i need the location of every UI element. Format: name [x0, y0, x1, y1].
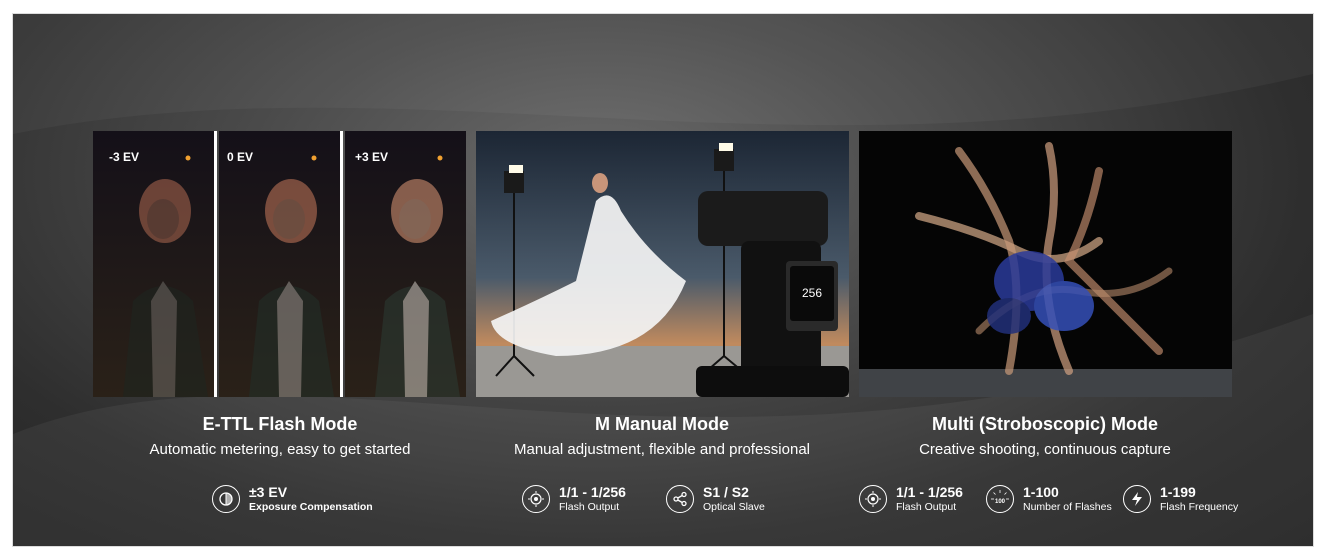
ev-label-minus: -3 EV: [109, 150, 140, 164]
spec-value: 1/1 - 1/256: [896, 484, 963, 500]
flash-output-icon: [859, 485, 887, 514]
ev-label-plus: +3 EV: [355, 150, 389, 164]
ettl-mode-title: E-TTL Flash Mode: [202, 414, 358, 434]
spec-label: Flash Output: [559, 501, 620, 514]
flash-count-icon-text: 100: [995, 499, 1006, 505]
spec-number-of-flashes: 100 1-100 Number of Flashes: [986, 484, 1112, 514]
stroboscopic-dancer-scene: [859, 131, 1232, 397]
spec-label: Exposure Compensation: [249, 501, 373, 514]
flash-count-icon: 100: [986, 485, 1014, 514]
manual-mode-subtitle: Manual adjustment, flexible and professi…: [513, 441, 810, 458]
ettl-photo-panel: -3 EV 0 EV +3 EV: [93, 131, 466, 397]
multi-photo-panel: [859, 131, 1232, 397]
spec-value: 1/1 - 1/256: [559, 484, 626, 500]
share-icon: [666, 485, 694, 514]
spec-value: 1-199: [1160, 484, 1196, 500]
manual-photo-panel: 256: [476, 131, 849, 397]
spec-optical-slave: S1 / S2 Optical Slave: [666, 484, 765, 514]
ettl-portrait-triptych: [93, 131, 466, 397]
spec-flash-output: 1/1 - 1/256 Flash Output: [522, 484, 626, 514]
manual-mode-title: M Manual Mode: [595, 414, 729, 434]
spec-exposure-compensation: ±3 EV Exposure Compensation: [212, 484, 373, 514]
spec-flash-frequency: 1-199 Flash Frequency: [1123, 484, 1239, 514]
ettl-mode-subtitle: Automatic metering, easy to get started: [149, 441, 411, 458]
multi-mode-subtitle: Creative shooting, continuous capture: [919, 441, 1171, 458]
spec-label: Number of Flashes: [1023, 501, 1112, 514]
multi-mode-title: Multi (Stroboscopic) Mode: [932, 414, 1158, 434]
flash-output-icon: [522, 485, 550, 514]
spec-label: Flash Output: [896, 501, 957, 514]
spec-value: 1-100: [1023, 484, 1059, 500]
exposure-compensation-icon: [212, 485, 240, 514]
flash-screen-readout: 256: [802, 286, 822, 300]
spec-value: S1 / S2: [703, 484, 749, 500]
feature-banner: -3 EV 0 EV +3 EV 256 E-TTL Flash Mode Au…: [12, 13, 1314, 547]
spec-value: ±3 EV: [249, 484, 288, 500]
manual-dancer-flash-scene: 256: [476, 131, 849, 397]
spec-multi-flash-output: 1/1 - 1/256 Flash Output: [859, 484, 963, 514]
ev-label-zero: 0 EV: [227, 150, 254, 164]
lightning-icon: [1123, 485, 1151, 514]
spec-label: Flash Frequency: [1160, 501, 1239, 514]
spec-label: Optical Slave: [703, 501, 765, 514]
